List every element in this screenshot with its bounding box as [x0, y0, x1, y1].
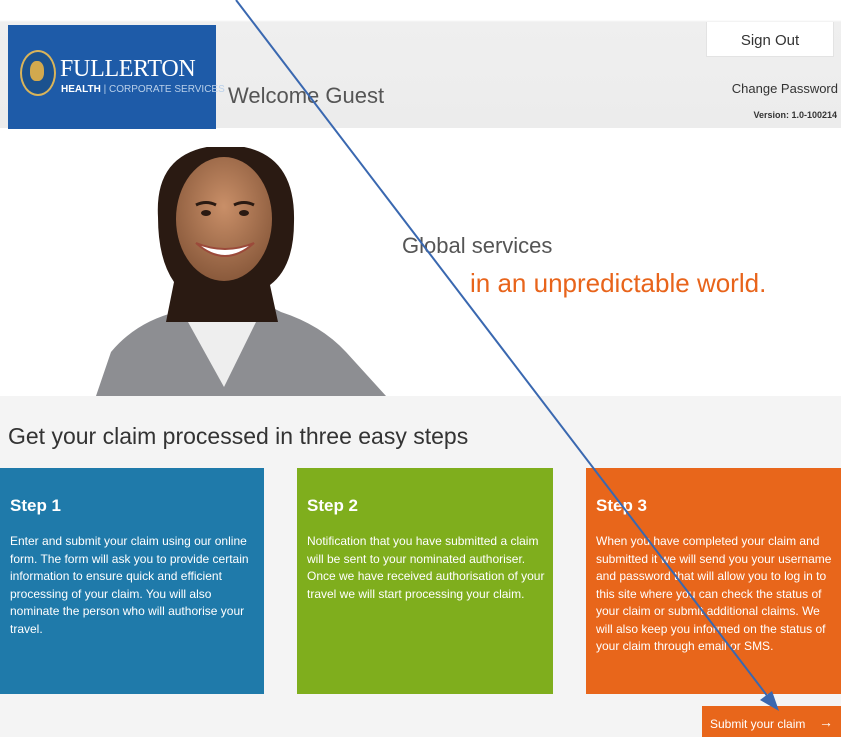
page-header: FULLERTON HEALTH | CORPORATE SERVICES We… — [0, 0, 841, 129]
step-2-text: Notification that you have submitted a c… — [307, 534, 545, 601]
version-label: Version: 1.0-100214 — [753, 110, 837, 120]
welcome-text: Welcome Guest — [228, 83, 385, 108]
step-3-card: Step 3 When you have completed your clai… — [586, 468, 841, 694]
submit-claim-label: Submit your claim — [710, 717, 806, 731]
step-2-title: Step 2 — [307, 496, 359, 515]
sign-out-button[interactable]: Sign Out — [706, 22, 834, 57]
change-password-link[interactable]: Change Password — [732, 81, 838, 96]
submit-claim-button[interactable]: Submit your claim → — [702, 706, 841, 737]
steps-heading: Get your claim processed in three easy s… — [8, 423, 469, 449]
step-3-title: Step 3 — [596, 496, 648, 515]
step-2-card: Step 2 Notification that you have submit… — [297, 468, 553, 694]
step-1-card: Step 1 Enter and submit your claim using… — [0, 468, 264, 694]
tagline-primary: Global services — [402, 233, 553, 258]
step-1-text: Enter and submit your claim using our on… — [10, 534, 249, 636]
hero-banner: Global services in an unpredictable worl… — [6, 147, 841, 396]
arrow-right-icon: → — [819, 714, 833, 730]
tagline-accent: in an unpredictable world. — [470, 268, 767, 298]
hero-portrait-image — [96, 147, 386, 396]
lion-crest-icon — [20, 50, 56, 96]
logo-name: FULLERTON — [60, 56, 196, 82]
logo-subtitle: HEALTH | CORPORATE SERVICES — [61, 84, 225, 95]
step-1-title: Step 1 — [10, 496, 62, 515]
fullerton-logo[interactable]: FULLERTON HEALTH | CORPORATE SERVICES — [8, 25, 225, 129]
step-3-text: When you have completed your claim and s… — [596, 534, 832, 653]
